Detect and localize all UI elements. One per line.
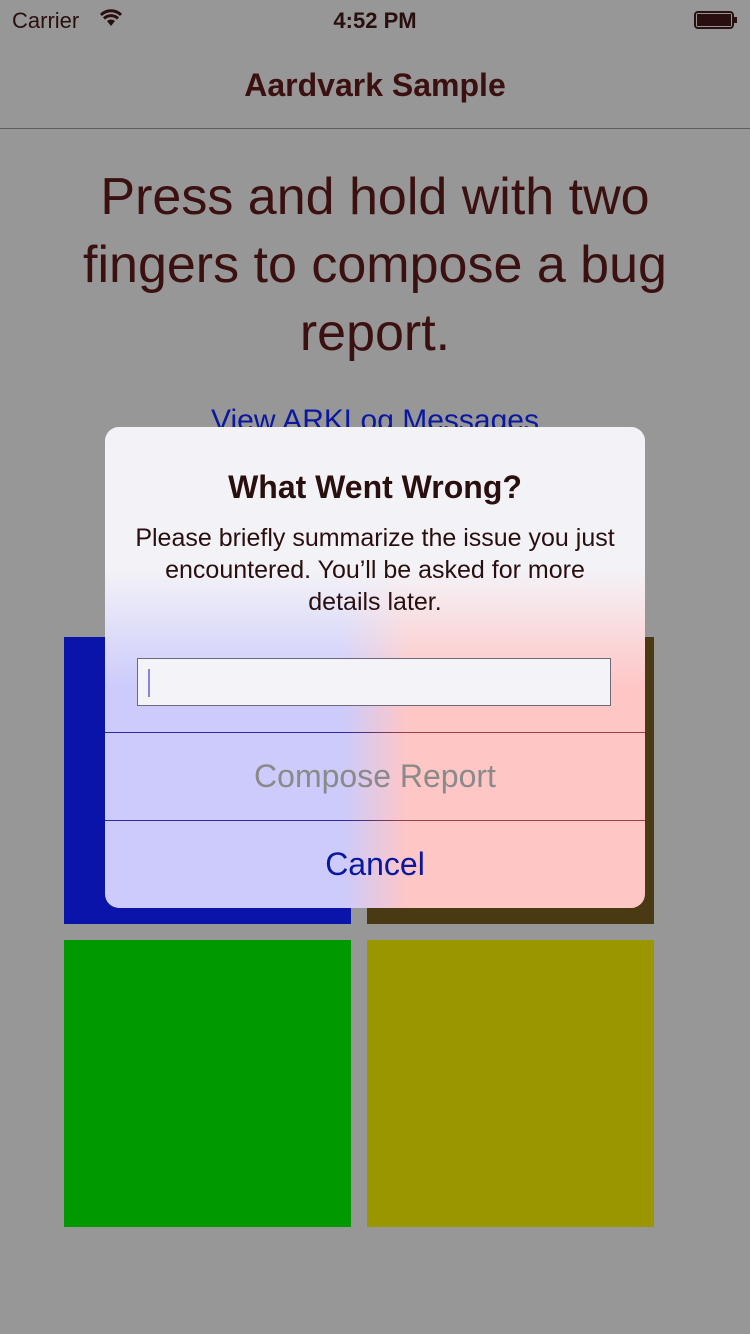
compose-report-button[interactable]: Compose Report bbox=[105, 733, 645, 819]
navigation-bar: Aardvark Sample bbox=[0, 40, 750, 129]
alert-dialog: What Went Wrong? Please briefly summariz… bbox=[105, 427, 645, 908]
status-bar: Carrier 4:52 PM bbox=[0, 0, 750, 40]
alert-title: What Went Wrong? bbox=[228, 469, 522, 505]
clock: 4:52 PM bbox=[333, 8, 417, 33]
color-tile-green bbox=[64, 940, 351, 1227]
text-caret bbox=[148, 669, 150, 697]
summary-input[interactable] bbox=[137, 658, 611, 706]
nav-title: Aardvark Sample bbox=[244, 67, 506, 103]
color-tile-olive bbox=[367, 940, 654, 1227]
alert-message: Please briefly summarize the issue you j… bbox=[135, 524, 615, 616]
instructions-text: Press and hold with two fingers to compo… bbox=[83, 168, 667, 362]
cancel-button[interactable]: Cancel bbox=[105, 821, 645, 907]
battery-icon bbox=[694, 11, 737, 29]
